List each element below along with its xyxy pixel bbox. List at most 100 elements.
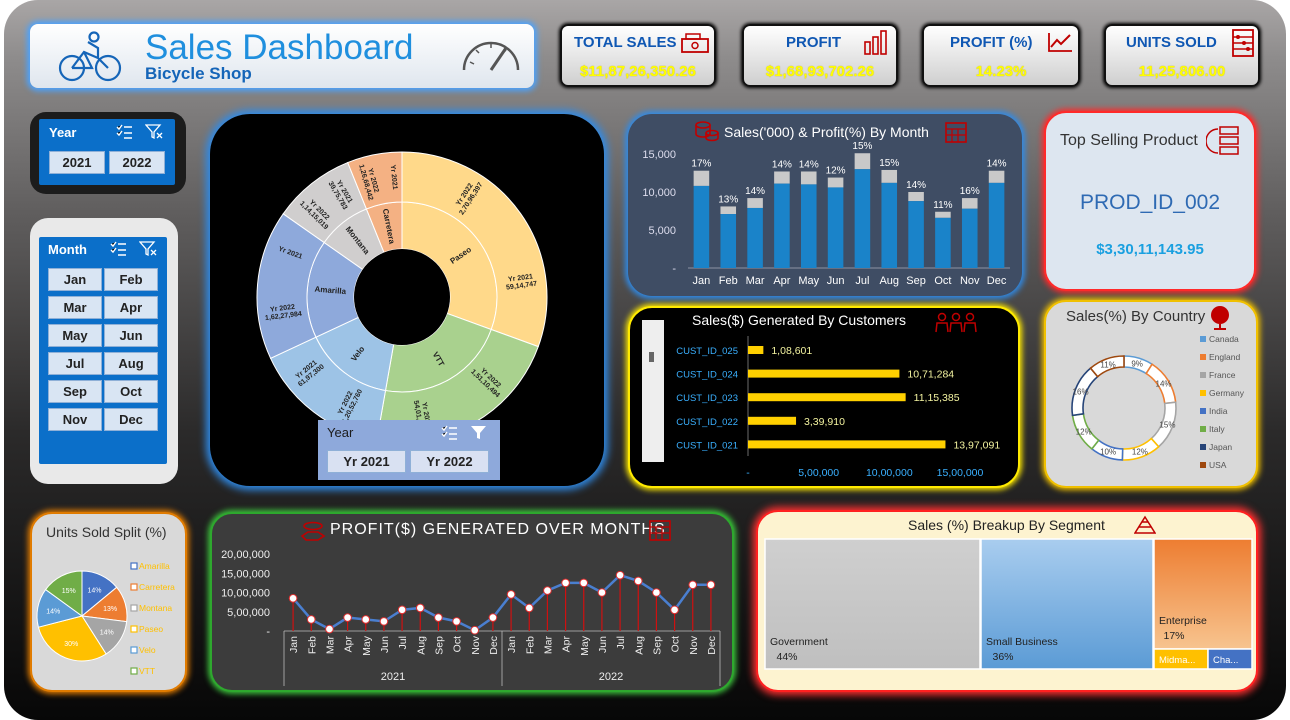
data-point	[615, 570, 625, 580]
data-point	[306, 615, 316, 624]
slicer-month-sep[interactable]: Sep	[48, 380, 102, 403]
x-group-label: 2021	[381, 671, 405, 683]
country-sales-panel: Sales(%) By Country 9% 14% 15% 12% 10% 12% 16%…	[1044, 300, 1258, 488]
data-label: 11%	[933, 200, 952, 211]
data-label: 14%	[745, 186, 765, 197]
data-point	[361, 615, 371, 624]
multi-select-icon[interactable]	[440, 425, 458, 441]
x-tick-label: Jul	[855, 275, 869, 287]
x-tick-label: Aug	[415, 636, 427, 655]
data-label: 12%	[826, 166, 846, 177]
header-banner: Sales Dashboard Bicycle Shop	[30, 24, 534, 88]
x-tick-label: Oct	[452, 636, 464, 652]
x-tick-label: -	[746, 467, 750, 479]
sunburst-hole	[354, 249, 450, 345]
x-tick-label: Sep	[433, 636, 445, 655]
legend-label: Italy	[1209, 424, 1225, 434]
x-tick-label: Dec	[488, 636, 500, 655]
kpi-label: TOTAL SALES	[574, 34, 677, 51]
treemap-label: Government	[770, 636, 828, 648]
data-label: 14%	[87, 588, 101, 595]
cash-register-icon	[681, 33, 709, 53]
data-point	[415, 603, 425, 613]
clear-filter-icon[interactable]	[145, 123, 163, 140]
slicer-month-apr[interactable]: Apr	[104, 296, 158, 319]
profit-bar	[720, 206, 737, 215]
slicer-month-oct[interactable]: Oct	[104, 380, 158, 403]
slicer-title: Year	[49, 125, 77, 140]
slicer-year-2022[interactable]: 2022	[109, 151, 165, 174]
x-group-label: 2022	[599, 671, 623, 683]
multi-select-icon[interactable]	[109, 241, 127, 257]
profit-line	[292, 573, 711, 632]
clear-filter-icon[interactable]	[139, 240, 157, 257]
slicer-month-aug[interactable]: Aug	[104, 352, 158, 375]
monthly-bar-chart: - 5,000 10,000 15,000 17% Jan 13% Feb 14% Mar 14% A…	[642, 141, 1010, 287]
x-tick-label: Mar	[746, 275, 765, 287]
y-tick-label: -	[672, 263, 676, 275]
legend-swatch	[1200, 408, 1206, 414]
slicer-year-2021[interactable]: 2021	[49, 151, 105, 174]
slicer-month-feb[interactable]: Feb	[104, 268, 158, 291]
x-tick-label: Jun	[379, 636, 391, 653]
year-slicer: Year 2021 2022	[39, 119, 175, 185]
sales-bar	[774, 183, 790, 268]
x-tick-label: Jan	[288, 636, 300, 653]
legend-label: Velo	[139, 645, 156, 655]
y-tick-label: CUST_ID_021	[676, 440, 738, 451]
legend-swatch	[130, 583, 138, 591]
slicer-month-mar[interactable]: Mar	[48, 296, 102, 319]
x-tick-label: Jan	[506, 636, 518, 653]
sales-bar	[800, 184, 817, 268]
filter-icon[interactable]	[470, 424, 488, 440]
x-tick-label: Apr	[561, 636, 573, 653]
data-point	[379, 617, 389, 626]
x-tick-label: Sep	[906, 275, 926, 287]
slicer-yr-2022[interactable]: Yr 2022	[410, 450, 489, 473]
data-label: 14%	[46, 609, 60, 616]
slicer-month-jun[interactable]: Jun	[104, 324, 158, 347]
data-label: 12%	[1076, 427, 1092, 436]
data-label: 14%	[100, 630, 114, 637]
slicer-yr-2021[interactable]: Yr 2021	[327, 450, 406, 473]
data-point	[488, 613, 498, 622]
treemap-label: Midma...	[1159, 655, 1195, 666]
legend-label: VTT	[139, 666, 155, 676]
data-label: 14%	[987, 159, 1007, 170]
multi-select-icon[interactable]	[115, 124, 133, 140]
x-tick-label: Sep	[651, 636, 663, 655]
data-label: 10,71,284	[907, 369, 954, 381]
x-tick-label: Nov	[470, 635, 482, 654]
data-point	[670, 605, 679, 615]
data-label: 14%	[799, 159, 819, 170]
slicer-month-jul[interactable]: Jul	[48, 352, 102, 375]
x-tick-label: Jun	[827, 275, 845, 287]
profit-bar	[935, 211, 951, 218]
abacus-icon	[1232, 29, 1254, 57]
data-point	[470, 625, 480, 635]
kpi-profit: PROFIT $1,68,93,702.26	[742, 24, 898, 87]
sales-bar	[854, 169, 871, 268]
treemap-label: Small Business	[986, 636, 1058, 648]
y-tick-label: 5,00,000	[227, 607, 270, 619]
slicer-month-nov[interactable]: Nov	[48, 408, 102, 431]
data-label: 11,15,385	[914, 392, 960, 404]
x-tick-label: Feb	[719, 275, 738, 287]
treemap-value: 44%	[776, 651, 797, 663]
kpi-label: UNITS SOLD	[1126, 34, 1217, 51]
product-list-icon	[1206, 126, 1239, 155]
slicer-month-dec[interactable]: Dec	[104, 408, 158, 431]
legend-label: Montana	[139, 603, 172, 613]
slicer-month-may[interactable]: May	[48, 324, 102, 347]
x-tick-label: Apr	[343, 636, 355, 653]
slicer-month-jan[interactable]: Jan	[48, 268, 102, 291]
segment-treemap-panel: Sales (%) Breakup By Segment Government 4…	[756, 510, 1258, 692]
data-label: 14%	[906, 180, 926, 191]
top-product-id: PROD_ID_002	[1079, 191, 1221, 214]
bicycle-icon	[58, 31, 122, 82]
data-point	[397, 605, 407, 615]
y-tick-label: 20,00,000	[221, 549, 270, 561]
x-tick-label: Dec	[706, 636, 718, 655]
y-tick-label: 15,000	[642, 149, 676, 161]
units-split-panel: Units Sold Split (%) 14% 13% 14% 30% 14% 15% A…	[30, 512, 187, 692]
